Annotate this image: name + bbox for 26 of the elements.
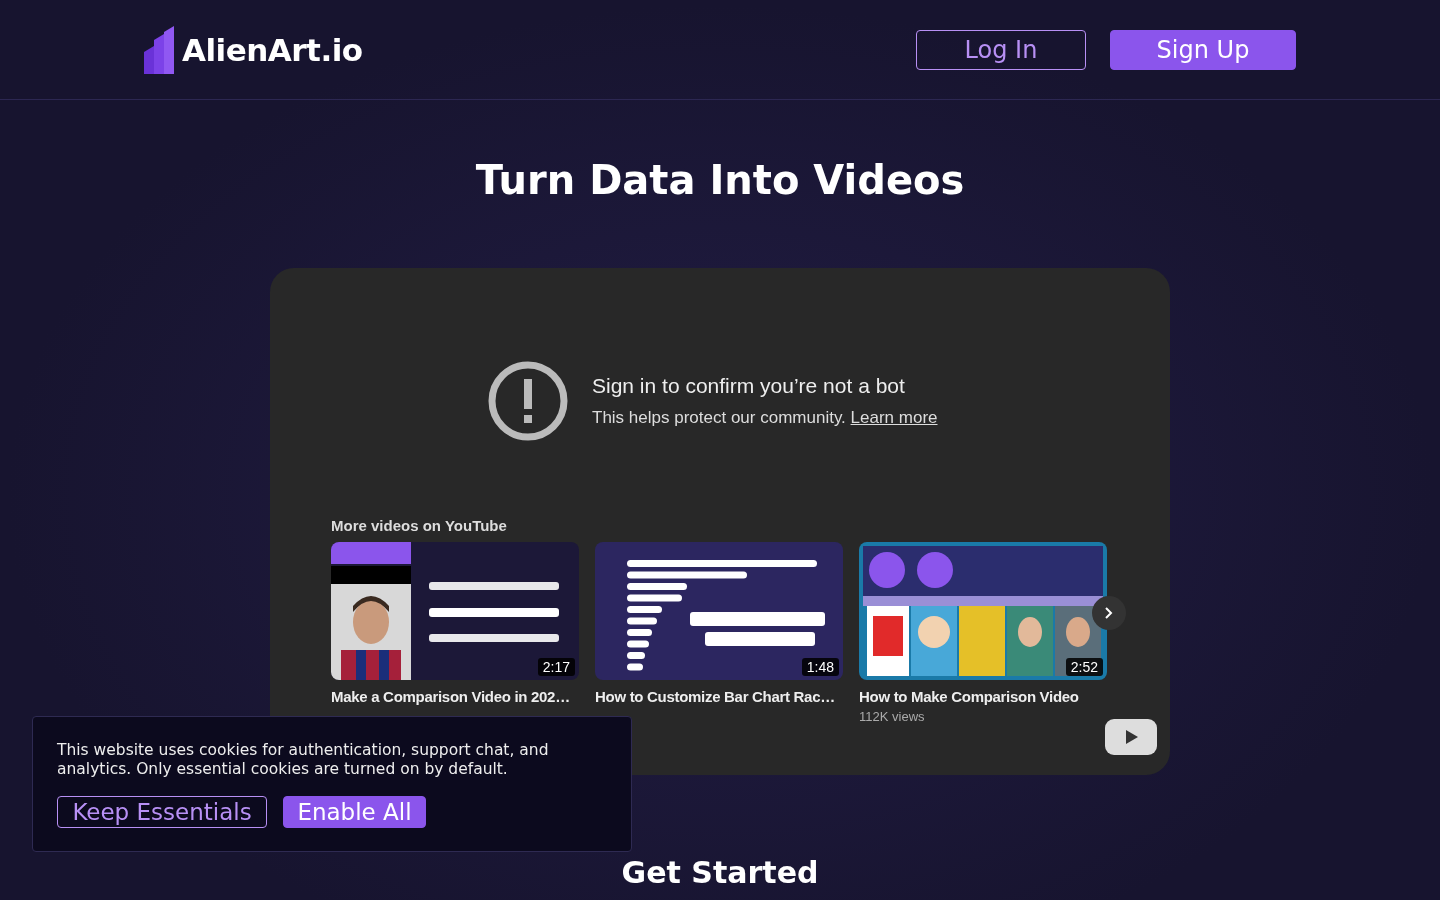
logo-icon (144, 25, 176, 74)
cookie-text: This website uses cookies for authentication, support chat, and analytics. Only essential cookies are turned on by default. (57, 741, 550, 779)
login-button[interactable]: Log In (916, 29, 1086, 70)
video-thumbnail[interactable]: 1:48 (595, 542, 843, 680)
video-duration: 2:52 (1065, 658, 1103, 676)
logo-text: AlienArt.io (182, 31, 363, 68)
video-title[interactable]: Make a Comparison Video in 202… (331, 688, 579, 705)
section-title: Get Started (620, 855, 820, 891)
video-title[interactable]: How to Customize Bar Chart Rac… (595, 688, 843, 705)
signup-button[interactable]: Sign Up (1110, 29, 1296, 70)
warning-icon (488, 361, 568, 441)
hero-title: Turn Data Into Videos (474, 156, 966, 205)
notice-title: Sign in to confirm you’re not a bot (592, 374, 906, 398)
next-button[interactable] (1092, 596, 1126, 630)
enable-all-button[interactable]: Enable All (283, 796, 426, 828)
youtube-play-button[interactable] (1105, 719, 1157, 755)
video-views: 112K views (859, 709, 925, 724)
notice-text: This helps protect our community. Learn more (592, 408, 938, 428)
keep-essentials-button[interactable]: Keep Essentials (57, 796, 267, 828)
video-thumbnail[interactable]: 2:17 (331, 542, 579, 680)
video-duration: 2:17 (537, 658, 575, 676)
more-videos-title: More videos on YouTube (331, 517, 508, 534)
video-thumbnail[interactable]: 2:52 (859, 542, 1107, 680)
learn-more-link[interactable]: Learn more (850, 408, 938, 427)
video-title[interactable]: How to Make Comparison Video (859, 688, 1107, 705)
video-duration: 1:48 (801, 658, 839, 676)
